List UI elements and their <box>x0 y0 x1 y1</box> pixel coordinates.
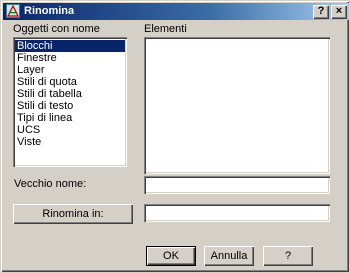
named-object-item[interactable]: UCS <box>15 124 125 136</box>
rename-dialog: Rinomina ? × Oggetti con nome Elementi B… <box>0 0 350 273</box>
rename-to-button[interactable]: Rinomina in: <box>13 204 133 224</box>
named-objects-label: Oggetti con nome <box>13 23 100 35</box>
elements-label: Elementi <box>144 23 187 35</box>
ok-button[interactable]: OK <box>146 246 196 266</box>
rename-to-field[interactable] <box>144 204 330 222</box>
help-button[interactable]: ? <box>263 246 313 266</box>
named-object-item[interactable]: Layer <box>15 64 125 76</box>
named-object-item[interactable]: Tipi di linea <box>15 112 125 124</box>
named-object-item[interactable]: Finestre <box>15 52 125 64</box>
title-bar[interactable]: Rinomina ? × <box>3 3 349 20</box>
named-object-item[interactable]: Blocchi <box>15 40 125 52</box>
close-icon[interactable]: × <box>331 5 347 19</box>
named-objects-list[interactable]: Blocchi Finestre Layer Stili di quota Stili … <box>13 37 127 167</box>
named-object-item[interactable]: Stili di tabella <box>15 88 125 100</box>
window-title: Rinomina <box>24 5 75 17</box>
old-name-label: Vecchio nome: <box>14 178 87 190</box>
cancel-button[interactable]: Annulla <box>204 246 254 266</box>
named-object-item[interactable]: Viste <box>15 136 125 148</box>
named-object-item[interactable]: Stili di quota <box>15 76 125 88</box>
old-name-field[interactable] <box>144 176 330 194</box>
help-icon[interactable]: ? <box>313 5 329 19</box>
elements-list[interactable] <box>144 37 330 174</box>
autocad-app-icon <box>6 4 20 18</box>
named-object-item[interactable]: Stili di testo <box>15 100 125 112</box>
